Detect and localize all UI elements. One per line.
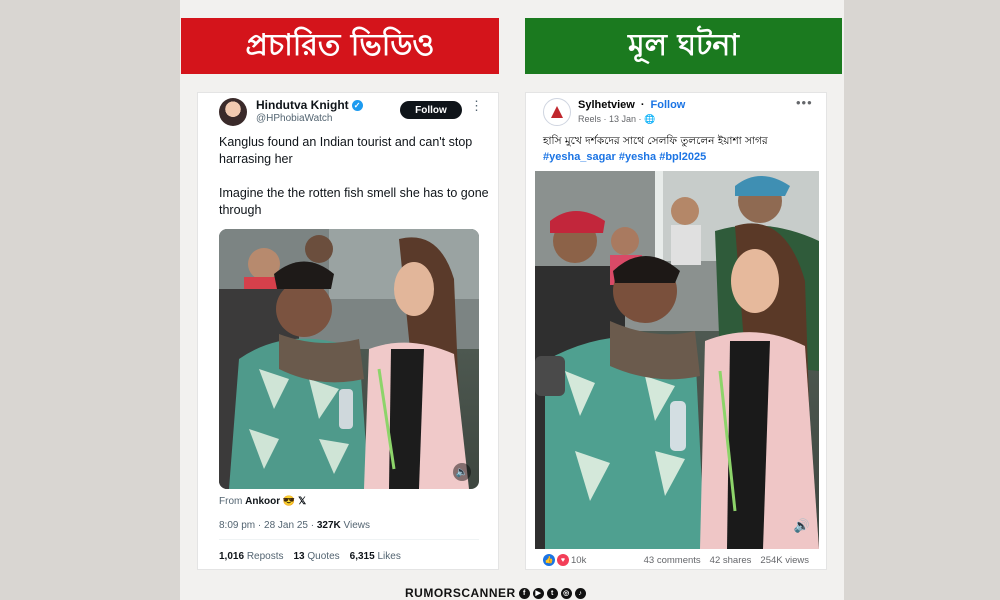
tweet-stats: 1,016 Reposts 13 Quotes 6,315 Likes	[219, 551, 401, 562]
likes-count: 6,315	[349, 551, 375, 562]
timestamp-text[interactable]: 8:09 pm · 28 Jan 25 ·	[219, 520, 314, 531]
reactions-summary[interactable]: 👍 ♥ 10k	[543, 554, 586, 566]
page-avatar[interactable]	[543, 98, 571, 126]
tweet-timestamp: 8:09 pm · 28 Jan 25 · 327K Views	[219, 520, 370, 531]
divider	[219, 539, 479, 540]
video-frame	[219, 229, 479, 489]
tiktok-icon[interactable]: ♪	[574, 587, 586, 599]
verified-icon: ✓	[351, 99, 363, 111]
more-options-icon[interactable]: •••	[796, 95, 813, 110]
youtube-icon[interactable]: ▶	[532, 587, 544, 599]
reaction-count: 10k	[571, 554, 587, 566]
reel-video[interactable]: 🔊	[535, 171, 819, 549]
from-prefix: From	[219, 496, 243, 507]
views-label: Views	[343, 520, 371, 531]
page-logo-icon	[551, 106, 563, 118]
hashtags[interactable]: #yesha_sagar #yesha #bpl2025	[543, 149, 818, 165]
shares-count[interactable]: 42 shares	[710, 555, 752, 566]
views-count: 254K views	[760, 555, 809, 566]
from-name-link[interactable]: Ankoor 😎 𝕏	[245, 496, 306, 507]
brand-footer: RUMORSCANNER f ▶ t ◎ ♪	[405, 586, 586, 600]
likes-stat[interactable]: 6,315 Likes	[350, 551, 401, 562]
page-header: Sylhetview · Follow	[578, 99, 685, 111]
tweet-text: Kanglus found an Indian tourist and can'…	[219, 134, 489, 219]
post-meta: Reels · 13 Jan · 🌐	[578, 114, 656, 124]
follow-link[interactable]: Follow	[651, 99, 686, 111]
separator-dot: ·	[640, 99, 645, 111]
quotes-label: Quotes	[307, 551, 340, 562]
likes-label: Likes	[377, 551, 401, 562]
views-count: 327K	[316, 520, 341, 531]
volume-icon[interactable]: 🔈	[453, 463, 471, 481]
comments-count[interactable]: 43 comments	[644, 555, 701, 566]
reposts-label: Reposts	[246, 551, 284, 562]
source-attribution: From Ankoor 😎 𝕏	[219, 496, 306, 507]
reposts-count: 1,016	[219, 551, 245, 562]
author-name[interactable]: Hindutva Knight ✓	[256, 98, 363, 112]
reposts-stat[interactable]: 1,016 Reposts	[219, 551, 284, 562]
volume-icon[interactable]: 🔊	[793, 517, 811, 535]
follow-button[interactable]: Follow	[400, 101, 462, 119]
facebook-post-card: Sylhetview · Follow Reels · 13 Jan · 🌐 •…	[525, 92, 827, 570]
banner-shared-video: প্রচারিত ভিডিও	[181, 18, 499, 74]
page-name[interactable]: Sylhetview	[578, 99, 635, 111]
instagram-icon[interactable]: ◎	[560, 587, 572, 599]
author-handle[interactable]: @HPhobiaWatch	[256, 113, 332, 124]
quotes-count: 13	[293, 551, 305, 562]
twitter-icon[interactable]: t	[546, 587, 558, 599]
quotes-stat[interactable]: 13 Quotes	[294, 551, 340, 562]
love-reaction-icon: ♥	[557, 554, 569, 566]
tweet-card: Hindutva Knight ✓ @HPhobiaWatch Follow ⋮…	[197, 92, 499, 570]
tweet-video[interactable]: 🔈	[219, 229, 479, 489]
engagement-counts: 43 comments 42 shares 254K views	[644, 555, 809, 566]
avatar[interactable]	[219, 98, 247, 126]
like-reaction-icon: 👍	[543, 554, 555, 566]
tweet-paragraph: Kanglus found an Indian tourist and can'…	[219, 135, 473, 166]
banner-original-event: মূল ঘটনা	[525, 18, 842, 74]
author-name-text: Hindutva Knight	[256, 98, 349, 112]
caption-text: হাসি মুখে দর্শকদের সাথে সেলফি তুললেন ইয়…	[543, 135, 768, 147]
tweet-paragraph: Imagine the the rotten fish smell she ha…	[219, 186, 489, 217]
brand-logo: RUMORSCANNER	[405, 586, 516, 600]
post-caption: হাসি মুখে দর্শকদের সাথে সেলফি তুললেন ইয়…	[543, 133, 818, 165]
more-options-icon[interactable]: ⋮	[470, 98, 484, 114]
video-frame	[535, 171, 819, 549]
facebook-icon[interactable]: f	[518, 587, 530, 599]
